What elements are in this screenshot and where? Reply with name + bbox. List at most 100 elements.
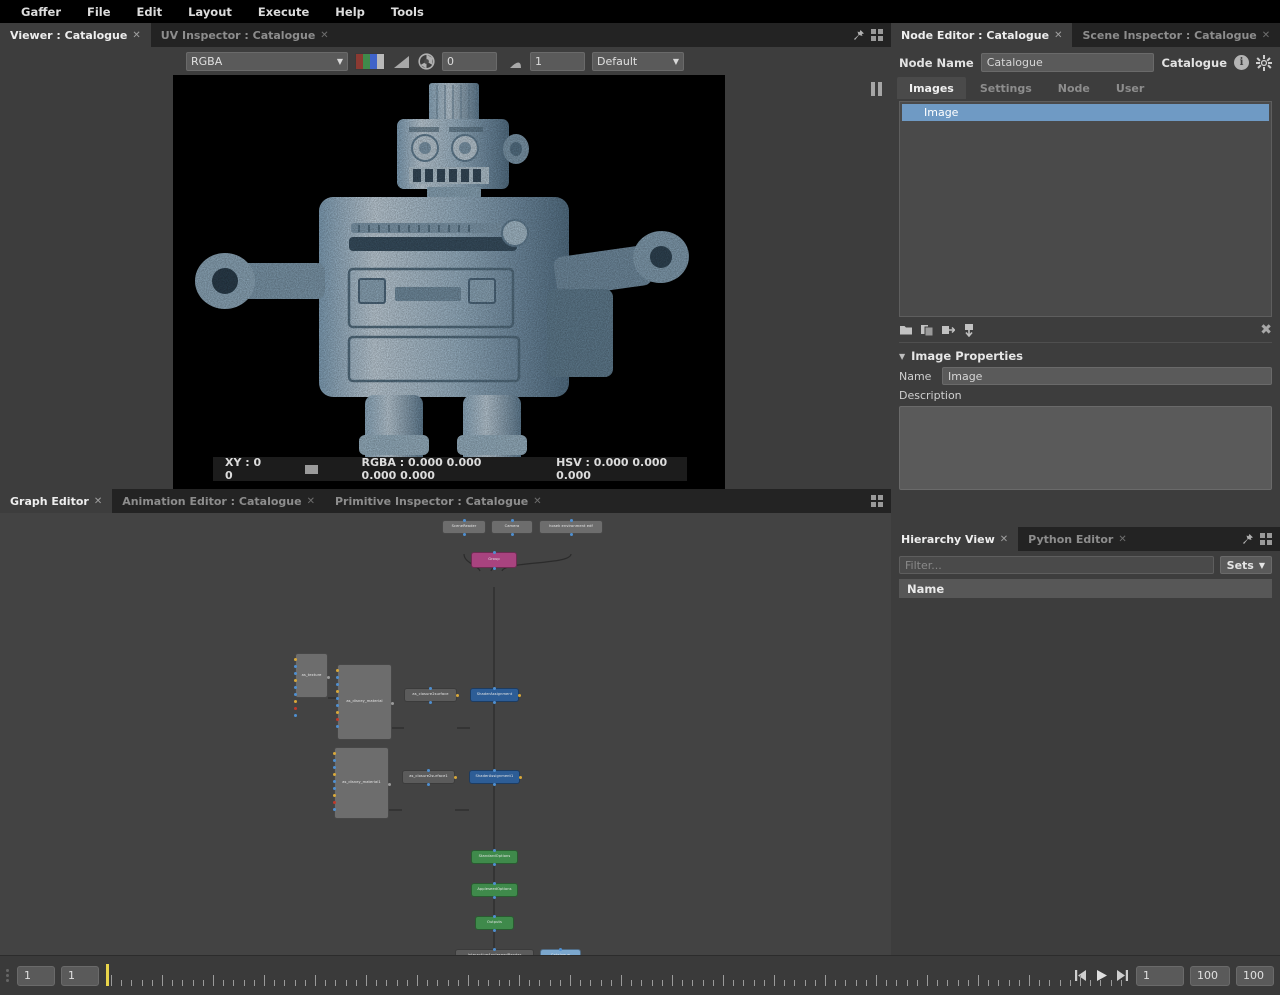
node-connection-dot[interactable] (427, 783, 430, 786)
graph-node[interactable]: ShaderAssignment (470, 688, 519, 702)
gamma-ramp-icon[interactable] (504, 53, 523, 70)
tab-uv-inspector[interactable]: UV Inspector : Catalogue ✕ (151, 23, 339, 47)
graph-node[interactable]: Group (471, 552, 517, 568)
node-connection-dot[interactable] (336, 676, 339, 679)
node-connection-dot[interactable] (294, 672, 297, 675)
menu-help[interactable]: Help (322, 2, 378, 22)
menu-edit[interactable]: Edit (124, 2, 176, 22)
node-connection-dot[interactable] (493, 896, 496, 899)
soloing-ramp-icon[interactable] (392, 53, 411, 70)
duplicate-icon[interactable] (920, 323, 934, 337)
graph-node[interactable]: as_closure2surface (404, 688, 457, 702)
list-item[interactable]: Image (902, 104, 1269, 121)
node-connection-dot[interactable] (333, 787, 336, 790)
filter-input[interactable]: Filter... (899, 556, 1214, 574)
timeline-current-field[interactable]: 1 (61, 966, 99, 986)
node-connection-dot[interactable] (456, 694, 459, 697)
timeline-start-field[interactable]: 1 (17, 966, 55, 986)
node-connection-dot[interactable] (454, 776, 457, 779)
node-connection-dot[interactable] (493, 687, 496, 690)
close-icon[interactable]: ✕ (1000, 534, 1008, 545)
node-connection-dot[interactable] (294, 707, 297, 710)
channels-dropdown[interactable]: RGBA ▼ (186, 52, 348, 71)
menu-tools[interactable]: Tools (378, 2, 437, 22)
close-icon[interactable]: ✕ (132, 30, 140, 41)
graph-node[interactable]: as_closure2surface1 (402, 770, 455, 784)
graph-node[interactable]: SceneReader (442, 520, 486, 534)
node-connection-dot[interactable] (519, 776, 522, 779)
node-connection-dot[interactable] (493, 783, 496, 786)
node-connection-dot[interactable] (333, 752, 336, 755)
tab-viewer-catalogue[interactable]: Viewer : Catalogue ✕ (0, 23, 151, 47)
layout-grid-icon[interactable] (871, 29, 883, 41)
node-connection-dot[interactable] (493, 863, 496, 866)
graph-node[interactable]: as_disney_material (337, 664, 392, 740)
node-connection-dot[interactable] (333, 780, 336, 783)
rgb-channel-swatch-icon[interactable] (355, 53, 385, 70)
node-connection-dot[interactable] (570, 519, 573, 522)
subtab-node[interactable]: Node (1046, 77, 1102, 99)
node-connection-dot[interactable] (493, 769, 496, 772)
tab-hierarchy-view[interactable]: Hierarchy View ✕ (891, 527, 1018, 551)
node-connection-dot[interactable] (294, 700, 297, 703)
node-connection-dot[interactable] (559, 948, 562, 951)
graph-node[interactable]: AppleseedOptions (471, 883, 518, 897)
graph-node[interactable]: as_disney_material1 (334, 747, 389, 819)
node-connection-dot[interactable] (333, 808, 336, 811)
exposure-aperture-icon[interactable] (418, 53, 435, 70)
node-name-input[interactable]: Catalogue (981, 53, 1155, 72)
tab-animation-editor[interactable]: Animation Editor : Catalogue ✕ (112, 489, 325, 513)
node-connection-dot[interactable] (336, 725, 339, 728)
node-connection-dot[interactable] (294, 693, 297, 696)
node-connection-dot[interactable] (493, 849, 496, 852)
node-connection-dot[interactable] (336, 718, 339, 721)
pin-icon[interactable] (852, 29, 865, 42)
tab-primitive-inspector[interactable]: Primitive Inspector : Catalogue ✕ (325, 489, 552, 513)
node-connection-dot[interactable] (463, 533, 466, 536)
node-connection-dot[interactable] (336, 711, 339, 714)
menu-layout[interactable]: Layout (175, 2, 245, 22)
node-connection-dot[interactable] (336, 690, 339, 693)
close-icon[interactable]: ✕ (533, 496, 541, 507)
image-list[interactable]: Image (899, 101, 1272, 317)
node-connection-dot[interactable] (391, 702, 394, 705)
node-connection-dot[interactable] (336, 683, 339, 686)
menu-file[interactable]: File (74, 2, 124, 22)
exposure-field[interactable]: 0 (442, 52, 497, 71)
timeline-range-field[interactable]: 100 (1236, 966, 1274, 986)
node-connection-dot[interactable] (336, 704, 339, 707)
import-icon[interactable] (962, 323, 976, 337)
node-connection-dot[interactable] (429, 701, 432, 704)
node-connection-dot[interactable] (333, 794, 336, 797)
sets-dropdown[interactable]: Sets ▼ (1220, 556, 1272, 574)
node-connection-dot[interactable] (493, 551, 496, 554)
node-connection-dot[interactable] (493, 929, 496, 932)
layout-grid-icon[interactable] (1260, 533, 1272, 545)
node-connection-dot[interactable] (429, 687, 432, 690)
subtab-user[interactable]: User (1104, 77, 1156, 99)
play-icon[interactable] (1094, 968, 1109, 983)
tab-graph-editor[interactable]: Graph Editor ✕ (0, 489, 112, 513)
graph-node[interactable]: ShaderAssignment1 (469, 770, 520, 784)
node-connection-dot[interactable] (388, 783, 391, 786)
node-connection-dot[interactable] (533, 955, 536, 956)
hierarchy-column-header[interactable]: Name (899, 579, 1272, 598)
node-connection-dot[interactable] (493, 567, 496, 570)
node-connection-dot[interactable] (294, 679, 297, 682)
image-name-input[interactable]: Image (942, 367, 1272, 385)
gamma-field[interactable]: 1 (530, 52, 585, 71)
node-connection-dot[interactable] (493, 701, 496, 704)
node-connection-dot[interactable] (333, 766, 336, 769)
node-connection-dot[interactable] (427, 769, 430, 772)
node-connection-dot[interactable] (333, 801, 336, 804)
menu-gaffer[interactable]: Gaffer (8, 2, 74, 22)
tab-python-editor[interactable]: Python Editor ✕ (1018, 527, 1137, 551)
image-properties-header[interactable]: ▼ Image Properties (899, 349, 1272, 363)
display-transform-dropdown[interactable]: Default ▼ (592, 52, 684, 71)
node-connection-dot[interactable] (493, 948, 496, 951)
close-icon[interactable]: ✕ (1262, 30, 1270, 41)
node-connection-dot[interactable] (570, 533, 573, 536)
image-description-textarea[interactable] (899, 406, 1272, 490)
graph-node[interactable]: Outputs (475, 916, 514, 930)
close-icon[interactable]: ✕ (320, 30, 328, 41)
